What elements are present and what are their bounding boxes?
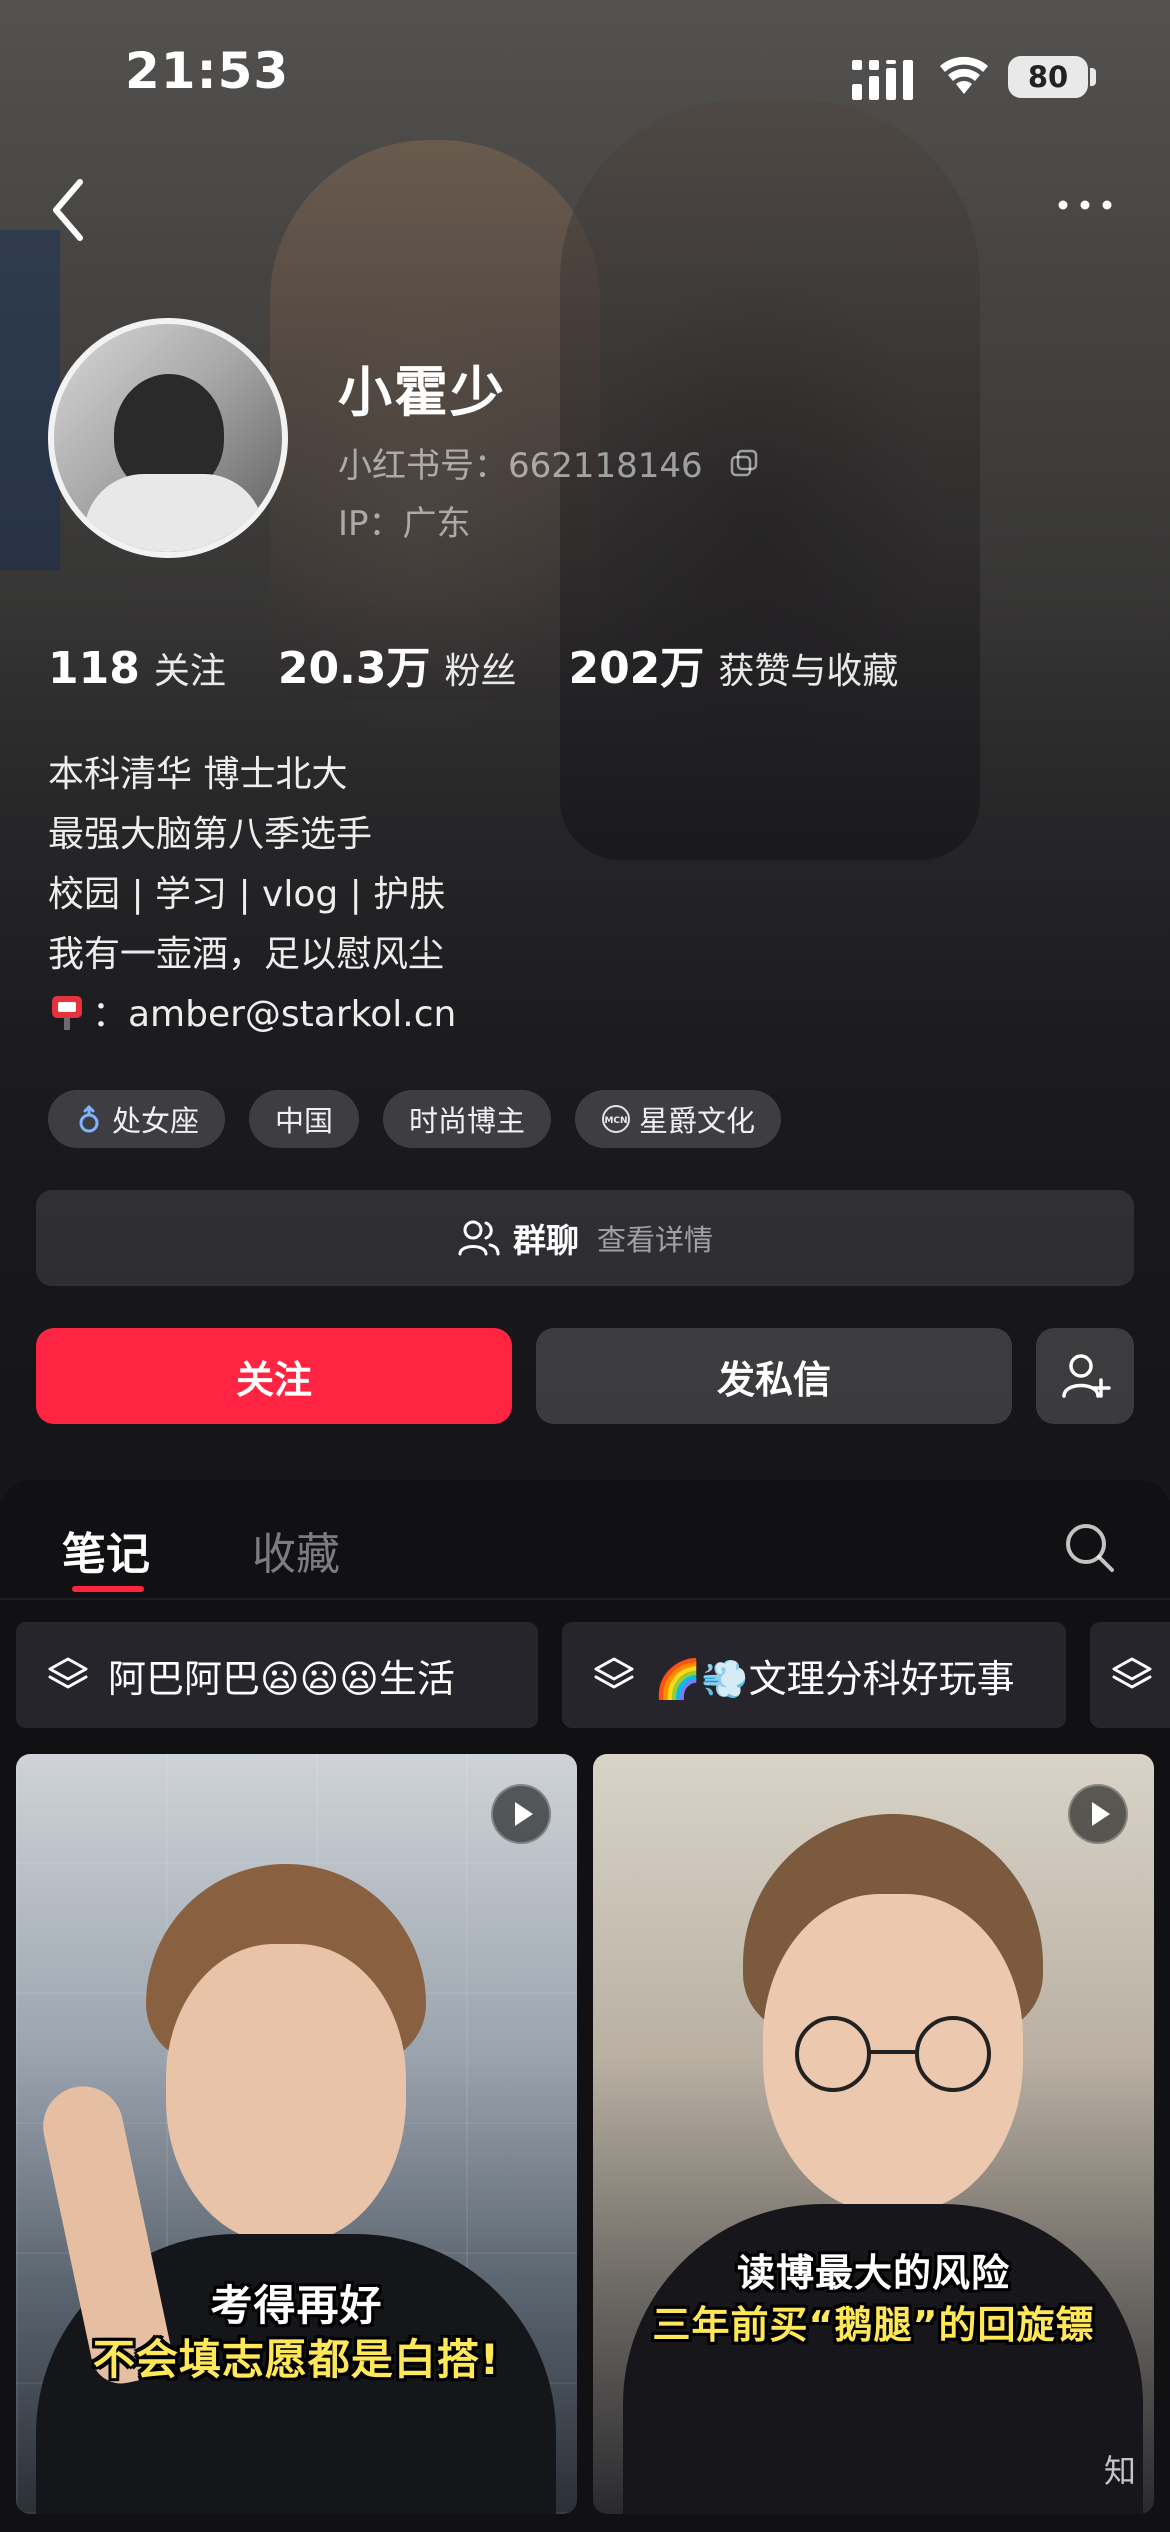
collection-label: 阿巴阿巴😦😦😦生活 xyxy=(108,1656,455,1701)
stat-followers-value: 20.3万 xyxy=(277,643,431,694)
tag-mcn[interactable]: MCN 星爵文化 xyxy=(575,1090,782,1148)
stat-following-label: 关注 xyxy=(153,651,226,692)
stat-likes-label: 获赞与收藏 xyxy=(718,651,899,692)
bio-email-line: ：amber@starkol.cn xyxy=(48,985,456,1045)
group-chat-detail: 查看详情 xyxy=(596,1223,713,1257)
thumbnail-watermark: 知 xyxy=(1103,2452,1136,2490)
note-card[interactable]: 读博最大的风险 三年前买“鹅腿”的回旋镖 知 xyxy=(593,1754,1154,2514)
active-tab-indicator xyxy=(72,1586,144,1592)
group-chat-title: 群聊 xyxy=(512,1221,579,1260)
wifi-icon xyxy=(940,56,988,94)
ip-location: IP：广东 xyxy=(338,504,471,544)
tag-mcn-label: 星爵文化 xyxy=(639,1104,756,1138)
bio-line: 我有一壶酒，足以慰风尘 xyxy=(48,934,445,975)
layers-icon xyxy=(1112,1657,1152,1689)
mailbox-icon xyxy=(52,996,82,1030)
status-bar: 21:53 80 xyxy=(0,0,1170,150)
group-chat-entry[interactable]: 群聊 查看详情 xyxy=(36,1190,1134,1286)
profile-bio: 本科清华 博士北大 最强大脑第八季选手 校园 | 学习 | vlog | 护肤 … xyxy=(48,745,456,1045)
follow-button[interactable]: 关注 xyxy=(36,1328,512,1424)
avatar[interactable] xyxy=(48,318,288,558)
layers-icon xyxy=(48,1657,88,1689)
red-id-text: 小红书号：662118146 xyxy=(338,446,703,486)
collection-chip[interactable]: 🌈💨文理分科好玩事 xyxy=(562,1622,1066,1728)
tag-category-label: 时尚博主 xyxy=(409,1104,526,1138)
bio-line: 本科清华 博士北大 xyxy=(48,754,348,795)
note-caption-line2: 不会填志愿都是白搭! xyxy=(92,2335,501,2384)
stat-followers-label: 粉丝 xyxy=(444,651,517,692)
search-icon[interactable] xyxy=(1062,1520,1118,1576)
note-card[interactable]: 考得再好 不会填志愿都是白搭! xyxy=(16,1754,577,2514)
status-time: 21:53 xyxy=(125,42,290,100)
note-caption-line2: 三年前买“鹅腿”的回旋镖 xyxy=(652,2303,1095,2347)
content-panel: 笔记 收藏 阿巴阿巴😦😦😦生活 🌈💨文理分科好玩事 考得再好 不会填志愿都是白搭… xyxy=(0,1480,1170,2532)
tag-country-label: 中国 xyxy=(275,1104,334,1138)
back-icon[interactable] xyxy=(40,170,100,250)
add-friend-button[interactable] xyxy=(1036,1328,1134,1424)
profile-actions: 关注 发私信 xyxy=(36,1328,1134,1424)
stat-likes-value: 202万 xyxy=(568,643,705,694)
video-play-icon xyxy=(491,1784,551,1844)
thumbnail-glasses xyxy=(795,2016,991,2092)
more-options-icon[interactable] xyxy=(1055,190,1115,220)
tag-zodiac-label: 处女座 xyxy=(112,1104,200,1138)
profile-nickname: 小霍少 xyxy=(338,361,506,424)
tag-zodiac[interactable]: 处女座 xyxy=(48,1090,226,1148)
bio-line: 校园 | 学习 | vlog | 护肤 xyxy=(48,874,446,915)
collection-list: 阿巴阿巴😦😦😦生活 🌈💨文理分科好玩事 xyxy=(16,1622,1170,1732)
tag-country[interactable]: 中国 xyxy=(249,1090,360,1148)
collection-label: 🌈💨文理分科好玩事 xyxy=(654,1656,1015,1701)
stat-likes[interactable]: 202万 获赞与收藏 xyxy=(568,632,898,696)
note-caption-line1: 读博最大的风险 xyxy=(736,2251,1010,2295)
battery-icon: 80 xyxy=(1008,56,1088,98)
copy-icon[interactable] xyxy=(729,448,759,478)
group-users-icon xyxy=(458,1220,500,1256)
tab-notes[interactable]: 笔记 xyxy=(62,1518,150,1582)
tabs-divider xyxy=(0,1598,1170,1600)
profile-tags: 处女座 中国 时尚博主 MCN 星爵文化 xyxy=(48,1090,782,1148)
notes-grid: 考得再好 不会填志愿都是白搭! 读博最大的风险 三年前买“鹅腿”的回旋镖 知 xyxy=(16,1754,1170,2532)
tab-collections[interactable]: 收藏 xyxy=(252,1518,340,1582)
add-user-icon xyxy=(1062,1354,1111,1398)
profile-stats: 118 关注 20.3万 粉丝 202万 获赞与收藏 xyxy=(48,632,950,696)
bio-line: 最强大脑第八季选手 xyxy=(48,814,373,855)
send-message-button[interactable]: 发私信 xyxy=(536,1328,1012,1424)
stat-followers[interactable]: 20.3万 粉丝 xyxy=(278,632,517,696)
content-tabs: 笔记 收藏 xyxy=(0,1480,1170,1598)
note-caption-line1: 考得再好 xyxy=(210,2281,383,2330)
stat-following[interactable]: 118 关注 xyxy=(48,642,226,694)
red-id-row: 小红书号：662118146 xyxy=(338,438,759,487)
video-play-icon xyxy=(1068,1784,1128,1844)
bio-email: ：amber@starkol.cn xyxy=(92,994,457,1035)
tag-category[interactable]: 时尚博主 xyxy=(383,1090,552,1148)
layers-icon xyxy=(594,1657,634,1689)
battery-cap xyxy=(1090,68,1096,86)
collection-chip[interactable]: 阿巴阿巴😦😦😦生活 xyxy=(16,1622,538,1728)
avatar-body xyxy=(84,474,264,552)
stat-following-value: 118 xyxy=(48,643,140,694)
thumbnail-person-face xyxy=(166,1944,406,2244)
cellular-signal-icon xyxy=(852,60,913,100)
collection-chip[interactable] xyxy=(1090,1622,1170,1728)
virgo-icon xyxy=(79,1104,99,1133)
mcn-icon: MCN xyxy=(602,1105,631,1133)
svg-text:MCN: MCN xyxy=(605,1116,628,1126)
